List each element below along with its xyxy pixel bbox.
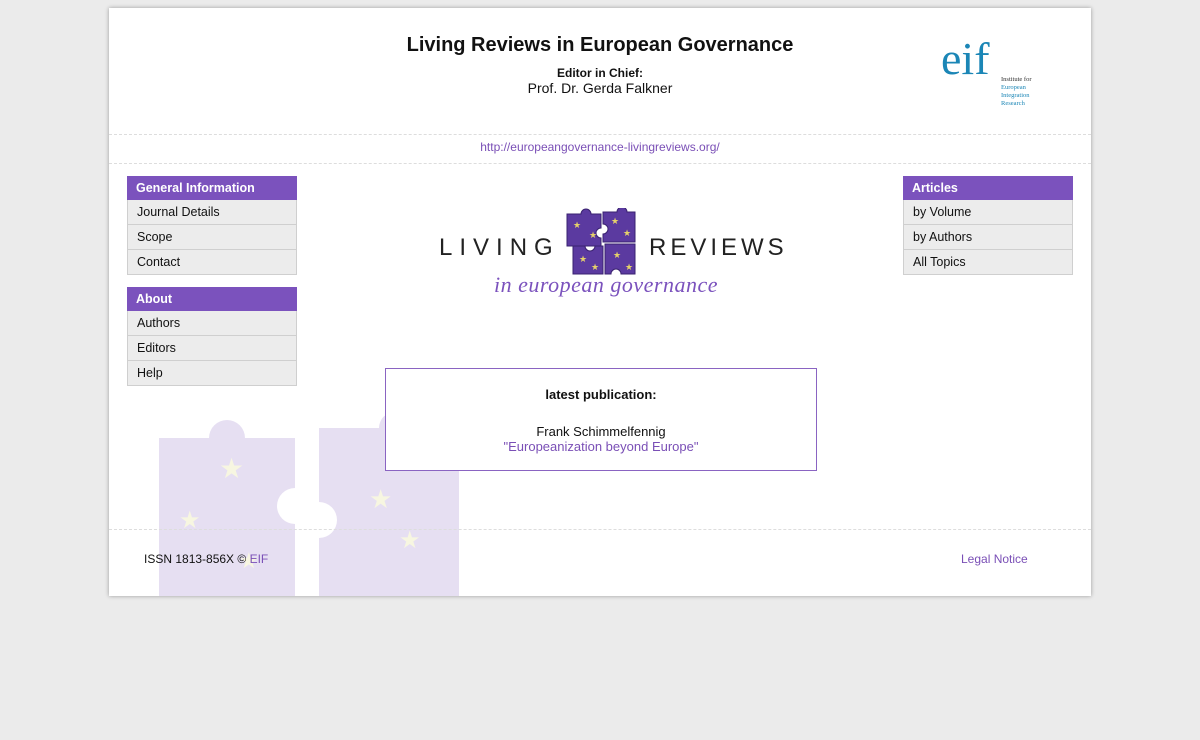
- logo-word-living: LIVING: [439, 234, 560, 261]
- site-url-link[interactable]: http://europeangovernance-livingreviews.…: [480, 140, 719, 154]
- menu-item-scope[interactable]: Scope: [127, 225, 297, 250]
- menu-item-by-authors[interactable]: by Authors: [903, 225, 1073, 250]
- menu-heading: Articles: [903, 176, 1073, 200]
- living-reviews-logo: LIVING ★ ★ ★ ★ ★ ★ ★ ★ REVIEWS in european g…: [439, 208, 784, 300]
- svg-text:★: ★: [623, 228, 631, 238]
- latest-publication-link[interactable]: "Europeanization beyond Europe": [504, 439, 699, 454]
- menu-about: About Authors Editors Help: [127, 287, 297, 386]
- menu-item-authors[interactable]: Authors: [127, 311, 297, 336]
- logo-subtitle: in european governance: [494, 272, 719, 297]
- svg-text:★: ★: [611, 216, 619, 226]
- menu-item-all-topics[interactable]: All Topics: [903, 250, 1073, 275]
- footer-legal: Legal Notice: [961, 552, 1028, 566]
- menu-articles: Articles by Volume by Authors All Topics: [903, 176, 1073, 275]
- header: Living Reviews in European Governance Ed…: [109, 8, 1091, 134]
- footer-issn: ISSN 1813-856X © EIF: [144, 552, 268, 566]
- divider: [109, 134, 1091, 135]
- menu-general-information: General Information Journal Details Scop…: [127, 176, 297, 275]
- divider: [109, 163, 1091, 164]
- divider: [109, 529, 1091, 530]
- latest-heading: latest publication:: [545, 387, 657, 402]
- svg-text:★: ★: [589, 230, 597, 240]
- latest-publication-box: latest publication: Frank Schimmelfennig…: [385, 368, 817, 471]
- issn-text: ISSN 1813-856X ©: [144, 552, 250, 566]
- eif-logo-mark: eif: [941, 33, 990, 84]
- svg-text:★: ★: [591, 262, 599, 272]
- svg-text:★: ★: [573, 220, 581, 230]
- menu-heading: General Information: [127, 176, 297, 200]
- menu-item-by-volume[interactable]: by Volume: [903, 200, 1073, 225]
- eif-link[interactable]: EIF: [250, 552, 269, 566]
- legal-notice-link[interactable]: Legal Notice: [961, 552, 1028, 566]
- svg-text:★: ★: [219, 453, 244, 484]
- eif-logo[interactable]: eif Institute for European Integration R…: [941, 33, 1041, 108]
- eif-logo-text: Institute for European Integration Resea…: [1001, 76, 1032, 107]
- svg-text:★: ★: [399, 527, 421, 554]
- puzzle-icon: ★ ★ ★ ★ ★ ★ ★ ★: [566, 208, 636, 275]
- menu-heading: About: [127, 287, 297, 311]
- svg-text:★: ★: [625, 262, 633, 272]
- menu-item-help[interactable]: Help: [127, 361, 297, 386]
- page-container: ★ ★ ★ ★ ★ Living Reviews in European Gov…: [109, 8, 1091, 596]
- menu-item-contact[interactable]: Contact: [127, 250, 297, 275]
- menu-item-editors[interactable]: Editors: [127, 336, 297, 361]
- logo-word-reviews: REVIEWS: [649, 234, 788, 261]
- svg-text:★: ★: [369, 484, 392, 514]
- latest-author: Frank Schimmelfennig: [536, 424, 666, 439]
- svg-text:★: ★: [579, 254, 587, 264]
- svg-text:★: ★: [613, 250, 621, 260]
- menu-item-journal-details[interactable]: Journal Details: [127, 200, 297, 225]
- url-bar: http://europeangovernance-livingreviews.…: [109, 140, 1091, 154]
